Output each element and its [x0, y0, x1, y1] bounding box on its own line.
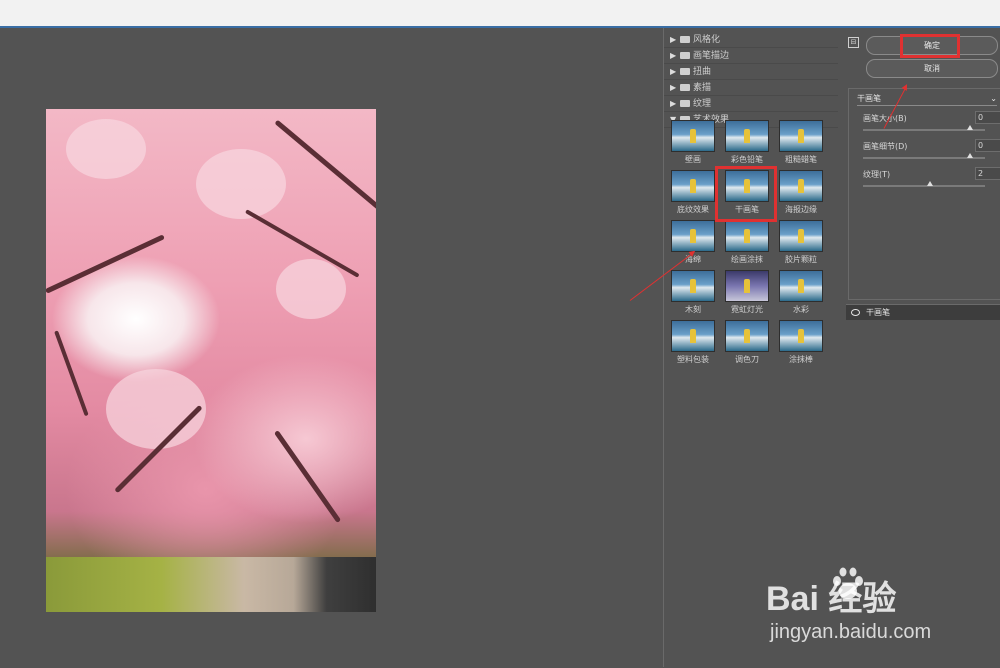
filter-thumb[interactable]: 海报边缘 — [776, 170, 826, 215]
folder-icon — [680, 68, 690, 75]
filter-thumb[interactable]: 木刻 — [668, 270, 718, 315]
ok-button-highlight — [900, 34, 960, 58]
slider-knob[interactable] — [967, 125, 973, 130]
filter-thumb[interactable]: 水彩 — [776, 270, 826, 315]
category-stylize[interactable]: ▶ 风格化 — [664, 32, 838, 48]
triangle-right-icon: ▶ — [670, 67, 677, 76]
paw-icon — [833, 567, 863, 599]
eye-icon[interactable] — [851, 309, 860, 316]
brush-detail-slider[interactable] — [863, 153, 985, 159]
brush-size-input[interactable]: 0 — [975, 111, 1000, 124]
filter-thumb[interactable]: 涂抹棒 — [776, 320, 826, 365]
top-bar — [0, 0, 1000, 28]
category-sketch[interactable]: ▶ 素描 — [664, 80, 838, 96]
filter-thumb[interactable]: 绘画涂抹 — [722, 220, 772, 265]
folder-icon — [680, 100, 690, 107]
brush-size-slider[interactable] — [863, 125, 985, 131]
triangle-right-icon: ▶ — [670, 99, 677, 108]
selected-filter-highlight — [715, 166, 777, 222]
filter-thumb[interactable]: 塑料包装 — [668, 320, 718, 365]
triangle-right-icon: ▶ — [670, 83, 677, 92]
watermark-url: jingyan.baidu.com — [770, 621, 932, 643]
filter-thumb[interactable]: 霓虹灯光 — [722, 270, 772, 315]
texture-slider[interactable] — [863, 181, 985, 187]
folder-icon — [680, 52, 690, 59]
filter-thumb[interactable]: 粗糙蜡笔 — [776, 120, 826, 165]
texture-param: 纹理(T) 2 — [863, 167, 1000, 180]
filter-thumb[interactable]: 壁画 — [668, 120, 718, 165]
filter-options: 干画笔 ⌄ 画笔大小(B) 0 画笔细节(D) 0 纹理(T) 2 — [848, 88, 1000, 300]
triangle-right-icon: ▶ — [670, 51, 677, 60]
category-brush-strokes[interactable]: ▶ 画笔描边 — [664, 48, 838, 64]
slider-knob[interactable] — [927, 181, 933, 186]
category-distort[interactable]: ▶ 扭曲 — [664, 64, 838, 80]
filter-thumb[interactable]: 底纹效果 — [668, 170, 718, 215]
watermark: Bai 经验 jingyan.baidu.com — [760, 565, 990, 655]
filter-thumb[interactable]: 调色刀 — [722, 320, 772, 365]
folder-icon — [680, 84, 690, 91]
filter-thumb[interactable]: 胶片颗粒 — [776, 220, 826, 265]
filter-thumb[interactable]: 彩色铅笔 — [722, 120, 772, 165]
brush-size-param: 画笔大小(B) 0 — [863, 111, 1000, 124]
category-texture[interactable]: ▶ 纹理 — [664, 96, 838, 112]
texture-input[interactable]: 2 — [975, 167, 1000, 180]
triangle-right-icon: ▶ — [670, 35, 677, 44]
preview-image — [46, 109, 376, 612]
collapse-icon[interactable]: ⊟ — [848, 37, 859, 48]
filter-thumb[interactable]: 海绵 — [668, 220, 718, 265]
folder-icon — [680, 36, 690, 43]
filter-dropdown[interactable]: 干画笔 ⌄ — [857, 93, 997, 106]
slider-knob[interactable] — [967, 153, 973, 158]
brush-detail-input[interactable]: 0 — [975, 139, 1000, 152]
chevron-down-icon: ⌄ — [990, 94, 997, 103]
cancel-button[interactable]: 取消 — [866, 59, 998, 78]
brush-detail-param: 画笔细节(D) 0 — [863, 139, 1000, 152]
effect-layer-row[interactable]: 干画笔 — [846, 305, 1000, 320]
